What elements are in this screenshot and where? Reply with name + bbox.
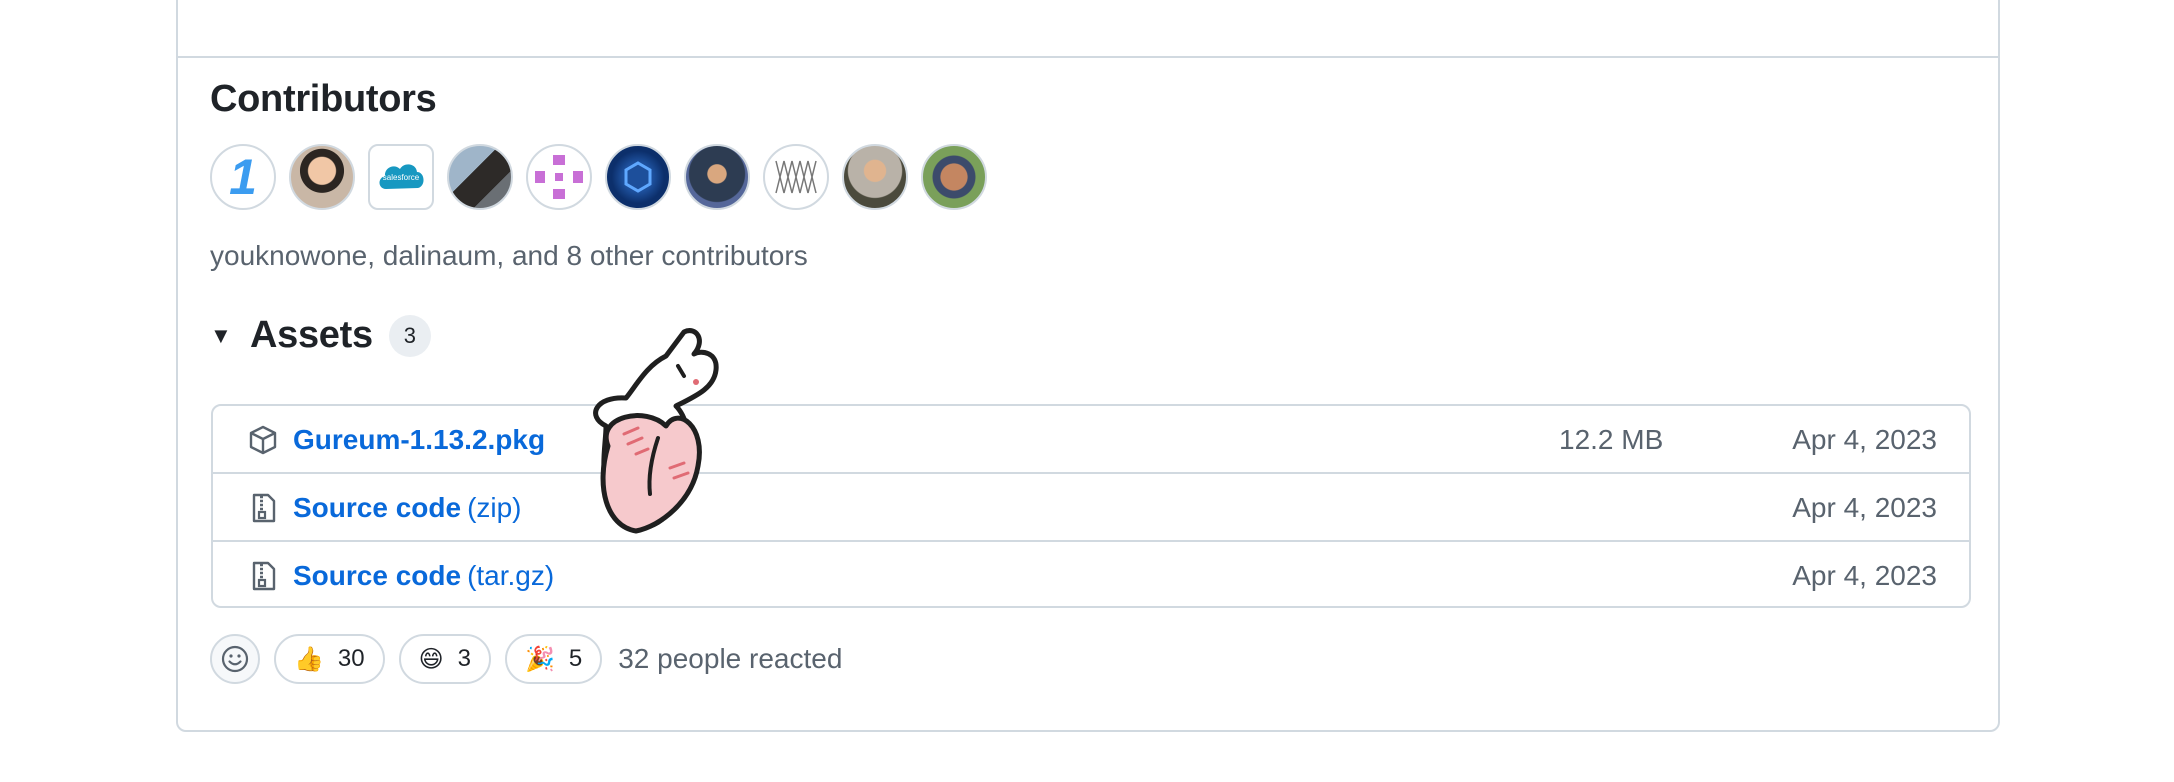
asset-extension: (tar.gz) xyxy=(467,560,555,591)
asset-link[interactable]: Gureum-1.13.2.pkg xyxy=(293,424,545,456)
asset-date: Apr 4, 2023 xyxy=(1792,560,1937,591)
asset-date: Apr 4, 2023 xyxy=(1792,492,1937,523)
asset-name: Source code xyxy=(293,492,462,523)
package-icon xyxy=(249,425,277,455)
avatar[interactable] xyxy=(763,144,829,210)
avatar[interactable] xyxy=(842,144,908,210)
file-zip-icon xyxy=(252,561,276,591)
thumbs-up-icon: 👍 xyxy=(294,645,324,673)
contributors-summary: youknowone, dalinaum, and 8 other contri… xyxy=(210,240,808,271)
asset-name: Source code xyxy=(293,560,462,591)
lattice-logo-icon xyxy=(775,160,817,194)
assets-list: Gureum-1.13.2.pkg 12.2 MB Apr 4, 2023 So… xyxy=(211,404,1971,608)
avatar[interactable] xyxy=(605,144,671,210)
reactions-bar: 👍 30 😄 3 🎉 5 32 people reacted xyxy=(210,634,842,684)
avatar[interactable]: salesforce xyxy=(368,144,434,210)
assets-toggle[interactable]: ▼ Assets 3 xyxy=(210,314,431,357)
hexagon-logo-icon xyxy=(624,161,652,193)
avatar-badge-text: 1 xyxy=(229,149,257,205)
add-reaction-button[interactable] xyxy=(210,634,260,684)
reaction-count: 30 xyxy=(337,645,365,672)
reactions-summary: 32 people reacted xyxy=(618,643,843,674)
file-zip-icon xyxy=(252,493,276,523)
asset-row: Source code (zip) Apr 4, 2023 xyxy=(213,474,1969,542)
reaction-hooray-button[interactable]: 🎉 5 xyxy=(504,634,603,684)
asset-extension: (zip) xyxy=(467,492,522,523)
smiley-icon xyxy=(221,645,249,673)
avatar[interactable] xyxy=(921,144,987,210)
peach-bunny-sticker xyxy=(593,328,719,534)
reaction-count: 5 xyxy=(568,645,583,672)
assets-count-badge: 3 xyxy=(388,314,431,357)
avatar[interactable] xyxy=(526,144,592,210)
laugh-icon: 😄 xyxy=(418,645,444,673)
asset-date: Apr 4, 2023 xyxy=(1792,424,1937,455)
caret-down-icon: ▼ xyxy=(210,322,232,348)
reaction-thumbsup-button[interactable]: 👍 30 xyxy=(274,634,385,684)
avatar[interactable] xyxy=(684,144,750,210)
contributors-avatars: 1 salesforce xyxy=(210,144,987,210)
release-card: Contributors 1 salesforce youknowone, da… xyxy=(176,0,2000,732)
asset-link[interactable]: Source code (zip) xyxy=(293,492,522,524)
reaction-laugh-button[interactable]: 😄 3 xyxy=(398,634,491,684)
reaction-count: 3 xyxy=(457,645,471,672)
avatar[interactable]: 1 xyxy=(210,144,276,210)
identicon-icon xyxy=(535,155,583,199)
section-divider xyxy=(178,56,1998,58)
avatar[interactable] xyxy=(447,144,513,210)
asset-row: Source code (tar.gz) Apr 4, 2023 xyxy=(213,542,1969,606)
avatar[interactable] xyxy=(289,144,355,210)
assets-heading: Assets xyxy=(250,314,373,356)
asset-name: Gureum-1.13.2.pkg xyxy=(293,424,546,455)
party-popper-icon: 🎉 xyxy=(524,645,555,673)
asset-row: Gureum-1.13.2.pkg 12.2 MB Apr 4, 2023 xyxy=(213,406,1969,474)
contributors-heading: Contributors xyxy=(210,78,437,120)
salesforce-logo-text: salesforce xyxy=(382,172,420,182)
asset-link[interactable]: Source code (tar.gz) xyxy=(293,560,554,592)
asset-size: 12.2 MB xyxy=(1559,424,1664,455)
